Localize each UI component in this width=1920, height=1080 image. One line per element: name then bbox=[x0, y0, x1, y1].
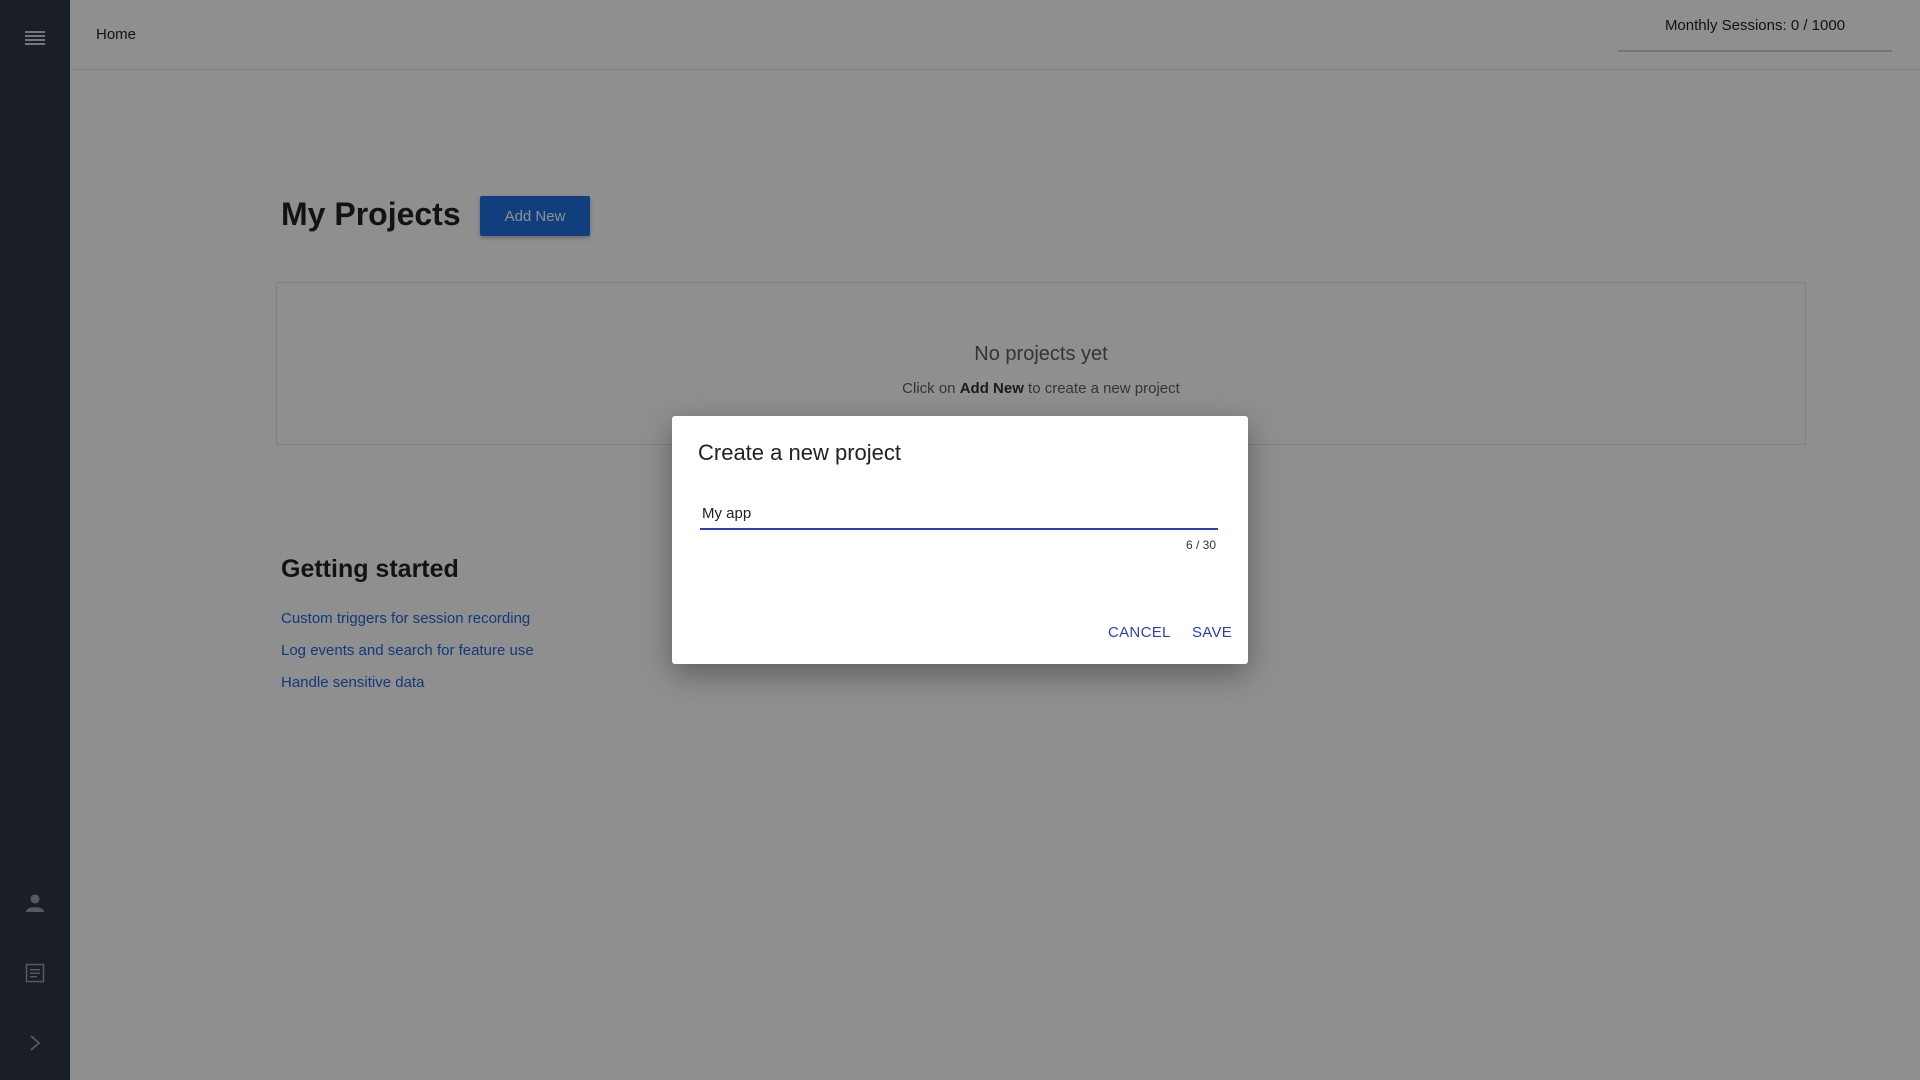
project-name-input[interactable] bbox=[700, 498, 1218, 530]
project-name-field: 6 / 30 bbox=[700, 498, 1218, 552]
app-root: Home Monthly Sessions: 0 / 1000 My Proje… bbox=[0, 0, 1920, 1080]
dialog-title: Create a new project bbox=[698, 440, 901, 465]
cancel-button[interactable]: CANCEL bbox=[1108, 624, 1171, 641]
character-counter: 6 / 30 bbox=[1185, 538, 1216, 552]
create-project-dialog: Create a new project 6 / 30 CANCEL SAVE bbox=[672, 416, 1248, 664]
save-button[interactable]: SAVE bbox=[1192, 624, 1232, 641]
